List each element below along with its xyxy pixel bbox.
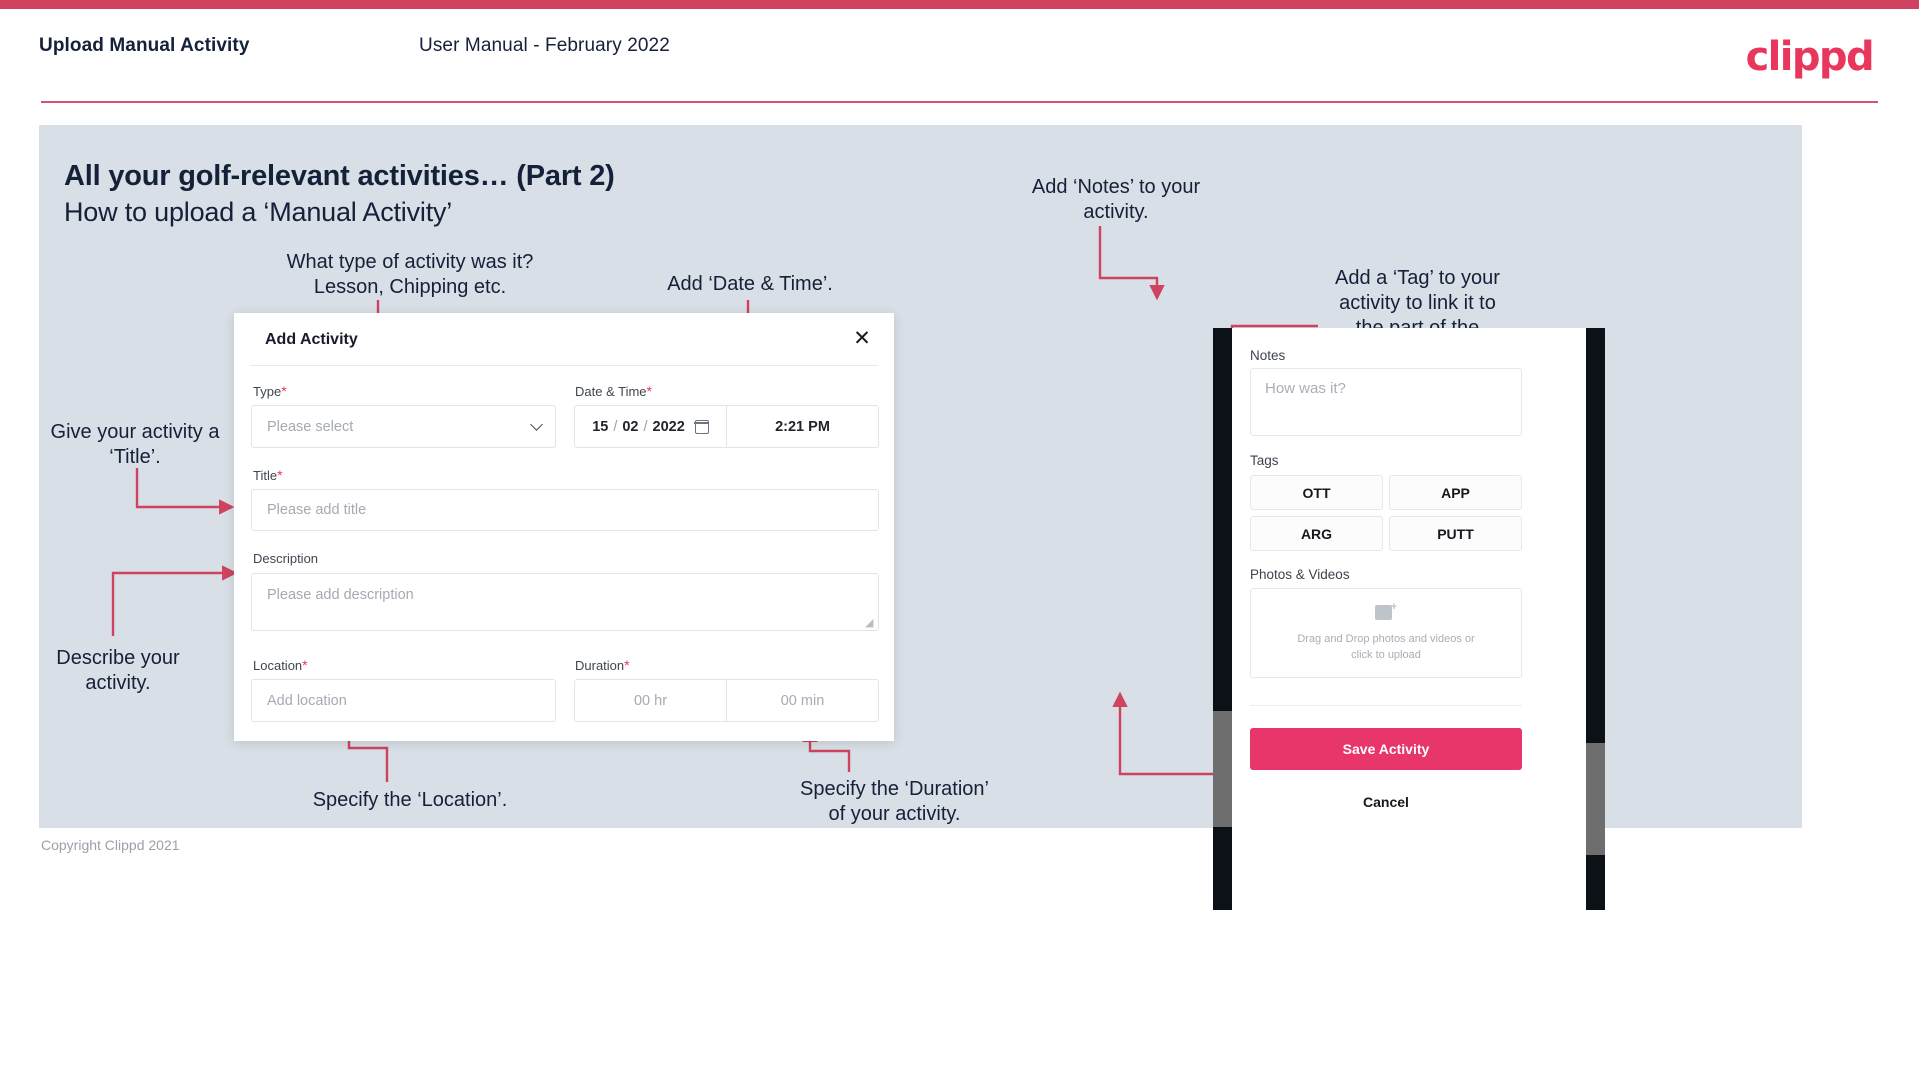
title-required-mark: * [277, 467, 283, 483]
location-placeholder: Add location [267, 692, 347, 709]
tag-putt[interactable]: PUTT [1389, 516, 1522, 551]
duration-label: Duration* [575, 657, 630, 673]
duration-hours-input[interactable]: 00 hr [575, 680, 726, 721]
save-activity-button[interactable]: Save Activity [1250, 728, 1522, 770]
phone-divider [1250, 705, 1522, 706]
description-input[interactable]: Please add description ◢ [251, 573, 879, 631]
add-activity-dialog: Add Activity ✕ Type* Please select Date … [234, 313, 894, 741]
phone-screen: Notes How was it? Tags OTT APP ARG PUTT … [1232, 328, 1586, 910]
type-select[interactable]: Please select [251, 405, 556, 448]
close-icon[interactable]: ✕ [849, 325, 875, 351]
type-placeholder: Please select [267, 418, 354, 435]
date-input[interactable]: 15 / 02 / 2022 [575, 406, 726, 447]
image-add-icon: + [1375, 602, 1397, 622]
duration-minutes-placeholder: 00 min [780, 692, 825, 709]
location-label: Location* [253, 657, 308, 673]
cancel-button[interactable]: Cancel [1250, 794, 1522, 810]
time-input[interactable]: 2:21 PM [727, 406, 878, 447]
description-placeholder: Please add description [267, 587, 414, 603]
datetime-group: 15 / 02 / 2022 2:21 PM [574, 405, 879, 448]
title-placeholder: Please add title [267, 502, 367, 518]
datetime-required-mark: * [646, 383, 652, 399]
location-required-mark: * [302, 657, 308, 673]
notes-placeholder: How was it? [1265, 380, 1346, 397]
title-label-text: Title [253, 468, 278, 483]
type-label-text: Type [253, 384, 282, 399]
dropzone-text: Drag and Drop photos and videos or click… [1297, 631, 1474, 663]
photos-label: Photos & Videos [1250, 567, 1350, 582]
description-label-text: Description [253, 551, 319, 566]
date-month: 02 [622, 418, 639, 435]
resize-grip-icon[interactable]: ◢ [865, 618, 875, 629]
phone-button-left [1213, 711, 1232, 827]
tag-app[interactable]: APP [1389, 475, 1522, 510]
phone-button-right [1586, 743, 1605, 855]
location-label-text: Location [253, 658, 303, 673]
duration-label-text: Duration [575, 658, 625, 673]
time-value: 2:21 PM [775, 418, 830, 435]
date-day: 15 [592, 418, 609, 435]
title-input[interactable]: Please add title [251, 489, 879, 531]
duration-minutes-input[interactable]: 00 min [727, 680, 878, 721]
description-label: Description [253, 551, 318, 566]
notes-label: Notes [1250, 348, 1286, 363]
calendar-icon[interactable] [694, 419, 710, 434]
dialog-header-divider [250, 365, 878, 366]
tag-ott[interactable]: OTT [1250, 475, 1383, 510]
date-year: 2022 [652, 418, 685, 435]
tag-arg[interactable]: ARG [1250, 516, 1383, 551]
type-required-mark: * [281, 383, 287, 399]
datetime-label-text: Date & Time [575, 384, 647, 399]
type-label: Type* [253, 383, 287, 399]
datetime-label: Date & Time* [575, 383, 652, 399]
tags-label: Tags [1250, 453, 1279, 468]
dialog-title: Add Activity [265, 331, 358, 348]
date-sep-2: / [643, 418, 648, 435]
title-label: Title* [253, 467, 283, 483]
chevron-down-icon [530, 417, 543, 431]
slide-page: Upload Manual Activity User Manual - Feb… [0, 0, 1919, 1079]
duration-group: 00 hr 00 min [574, 679, 879, 722]
date-sep-1: / [613, 418, 618, 435]
phone-mockup: Notes How was it? Tags OTT APP ARG PUTT … [1213, 328, 1605, 910]
duration-required-mark: * [624, 657, 630, 673]
duration-hours-placeholder: 00 hr [633, 692, 668, 709]
location-input[interactable]: Add location [251, 679, 556, 722]
dropzone-line1: Drag and Drop photos and videos or [1297, 633, 1475, 645]
notes-input[interactable]: How was it? [1250, 368, 1522, 436]
dropzone-line2: click to upload [1351, 649, 1421, 661]
photo-dropzone[interactable]: + Drag and Drop photos and videos or cli… [1250, 588, 1522, 678]
